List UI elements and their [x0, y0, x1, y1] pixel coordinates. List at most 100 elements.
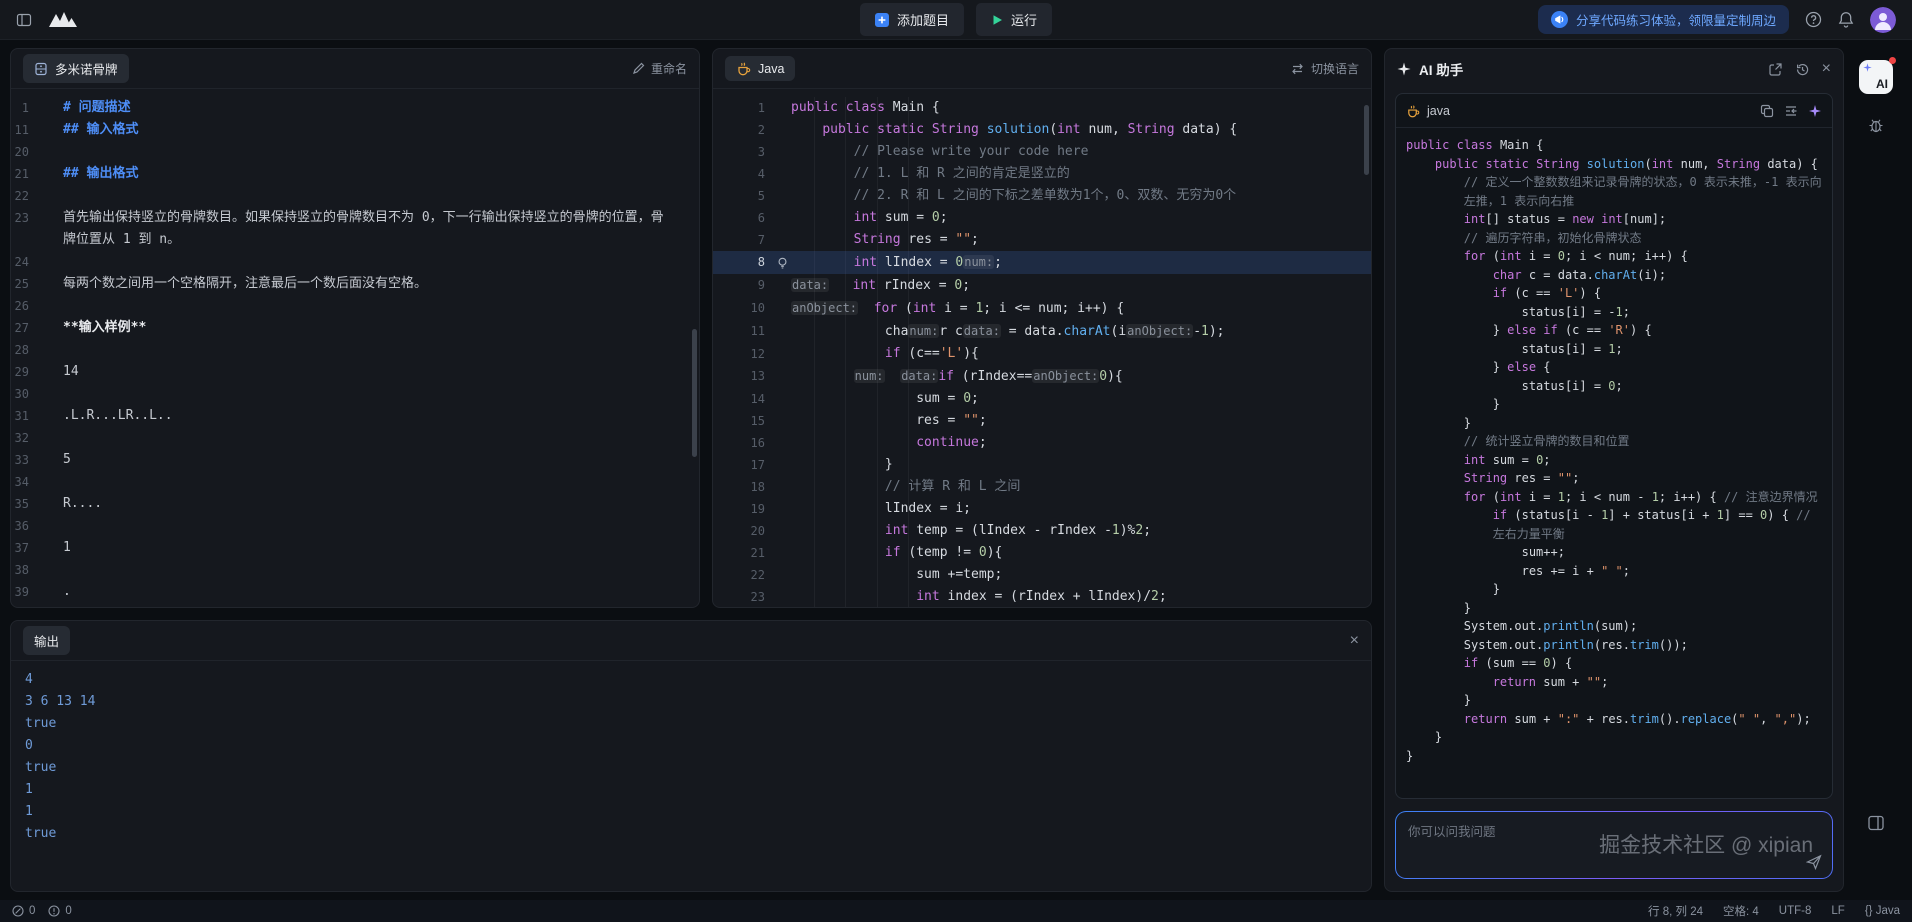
problem-line[interactable]: 1# 问题描述 [11, 97, 695, 119]
problem-line[interactable]: 11## 输入格式 [11, 119, 695, 141]
problem-line[interactable]: 27**输入样例** [11, 317, 695, 339]
problem-line[interactable]: 335 [11, 449, 695, 471]
editor-line[interactable]: 18 // 计算 R 和 L 之间 [713, 476, 1371, 498]
editor-line[interactable]: 4 // 1. L 和 R 之间的肯定是竖立的 [713, 163, 1371, 185]
editor-line[interactable]: 19 lIndex = i; [713, 498, 1371, 520]
editor-line[interactable]: 23 int index = (rIndex + lIndex)/2; [713, 586, 1371, 607]
code-text: if (c=='L'){ [791, 343, 979, 365]
promo-banner[interactable]: 分享代码练习体验，领限量定制周边 [1538, 5, 1789, 34]
line-number: 39 [11, 581, 63, 603]
editor-line[interactable]: 12 if (c=='L'){ [713, 343, 1371, 365]
add-problem-button[interactable]: 添加题目 [860, 3, 964, 36]
language-tab[interactable]: Java [725, 56, 795, 81]
problem-line[interactable]: 21## 输出格式 [11, 163, 695, 185]
ai-chat-input[interactable] [1408, 821, 1787, 869]
problem-line[interactable]: 38 [11, 559, 695, 581]
close-icon[interactable]: × [1350, 633, 1359, 649]
ai-code-line: } [1406, 395, 1822, 414]
problem-text: .L.R...LR..L.. [63, 405, 695, 427]
rename-button[interactable]: 重命名 [632, 60, 687, 77]
topbar: 添加题目 运行 分享代码练习体验，领限量定制周边 [0, 0, 1912, 40]
editor-scrollbar[interactable] [1364, 105, 1369, 175]
problem-text [63, 603, 695, 607]
bug-icon[interactable] [1867, 116, 1885, 134]
editor-line[interactable]: 1public class Main { [713, 97, 1371, 119]
problem-content[interactable]: 1# 问题描述11## 输入格式2021## 输出格式2223首先输出保持竖立的… [11, 89, 699, 607]
code-editor[interactable]: 1public class Main {2 public static Stri… [713, 89, 1371, 607]
run-button[interactable]: 运行 [976, 3, 1052, 36]
problem-line[interactable]: 28 [11, 339, 695, 361]
problem-line[interactable]: 26 [11, 295, 695, 317]
output-line: true [25, 757, 1357, 779]
problem-line[interactable]: 24 [11, 251, 695, 273]
editor-line[interactable]: 21 if (temp != 0){ [713, 542, 1371, 564]
line-number: 23 [713, 586, 773, 607]
promo-banner-label: 分享代码练习体验，领限量定制周边 [1576, 10, 1776, 29]
history-icon[interactable] [1795, 62, 1810, 77]
problem-line[interactable]: 40 [11, 603, 695, 607]
encoding[interactable]: UTF-8 [1779, 905, 1812, 917]
export-icon[interactable] [1768, 62, 1783, 77]
docs-panel-icon[interactable] [1867, 814, 1885, 832]
editor-line[interactable]: 14 sum = 0; [713, 388, 1371, 410]
ai-panel: AI 助手 × java public class Main {public s… [1384, 48, 1844, 892]
problem-line[interactable]: 35R.... [11, 493, 695, 515]
sidebar-toggle-icon[interactable] [16, 12, 32, 28]
output-tab[interactable]: 输出 [23, 626, 70, 655]
avatar[interactable] [1870, 7, 1896, 33]
problem-panel-header: 多米诺骨牌 重命名 [11, 49, 699, 89]
problem-line[interactable]: 36 [11, 515, 695, 537]
editor-line[interactable]: 20 int temp = (lIndex - rIndex -1)%2; [713, 520, 1371, 542]
help-icon[interactable] [1805, 11, 1822, 28]
problem-text: R.... [63, 493, 695, 515]
editor-line[interactable]: 11 chanum:r cdata: = data.charAt(ianObje… [713, 320, 1371, 343]
editor-line[interactable]: 6 int sum = 0; [713, 207, 1371, 229]
line-number: 14 [713, 388, 773, 410]
problem-line[interactable]: 31.L.R...LR..L.. [11, 405, 695, 427]
problem-line[interactable]: 25每两个数之间用一个空格隔开，注意最后一个数后面没有空格。 [11, 273, 695, 295]
indent-setting[interactable]: 空格: 4 [1723, 903, 1759, 919]
problem-line[interactable]: 22 [11, 185, 695, 207]
problem-line[interactable]: 23首先输出保持竖立的骨牌数目。如果保持竖立的骨牌数目不为 0，下一行输出保持竖… [11, 207, 695, 251]
problem-line[interactable]: 371 [11, 537, 695, 559]
editor-line[interactable]: 2 public static String solution(int num,… [713, 119, 1371, 141]
editor-line[interactable]: 22 sum +=temp; [713, 564, 1371, 586]
ai-code-line: System.out.println(sum); [1406, 617, 1822, 636]
editor-line[interactable]: 16 continue; [713, 432, 1371, 454]
cursor-position[interactable]: 行 8, 列 24 [1648, 903, 1703, 919]
editor-line[interactable]: 3 // Please write your code here [713, 141, 1371, 163]
editor-line[interactable]: 10anObject: for (int i = 1; i <= num; i+… [713, 297, 1371, 320]
editor-line[interactable]: 15 res = ""; [713, 410, 1371, 432]
gutter-spacer [773, 388, 791, 410]
magic-wand-icon[interactable] [1808, 104, 1822, 118]
bell-icon[interactable] [1838, 11, 1854, 28]
lightbulb-icon[interactable] [773, 251, 791, 274]
editor-line[interactable]: 17 } [713, 454, 1371, 476]
editor-line[interactable]: 9data: int rIndex = 0; [713, 274, 1371, 297]
code-text: num: data:if (rIndex==anObject:0){ [791, 365, 1123, 388]
ai-close-icon[interactable]: × [1822, 61, 1831, 77]
output-line: true [25, 713, 1357, 735]
warnings-icon[interactable] [48, 905, 60, 917]
copy-icon[interactable] [1760, 104, 1774, 118]
editor-line[interactable]: 8 int lIndex = 0num:; [713, 251, 1371, 274]
problem-line[interactable]: 39. [11, 581, 695, 603]
switch-language-button[interactable]: 切换语言 [1290, 60, 1359, 77]
problem-line[interactable]: 32 [11, 427, 695, 449]
insert-code-icon[interactable] [1784, 104, 1798, 118]
problem-line[interactable]: 2914 [11, 361, 695, 383]
send-icon[interactable] [1806, 854, 1822, 870]
ai-assistant-fab[interactable]: AI [1859, 60, 1893, 94]
problem-line[interactable]: 30 [11, 383, 695, 405]
problem-scrollbar[interactable] [692, 329, 697, 457]
problem-tab[interactable]: 多米诺骨牌 [23, 54, 129, 83]
eol-setting[interactable]: LF [1831, 905, 1844, 917]
problem-line[interactable]: 20 [11, 141, 695, 163]
errors-icon[interactable] [12, 905, 24, 917]
editor-line[interactable]: 5 // 2. R 和 L 之间的下标之差单数为1个，0、双数、无穷为0个 [713, 185, 1371, 207]
line-number: 24 [11, 251, 63, 273]
editor-line[interactable]: 7 String res = ""; [713, 229, 1371, 251]
problem-line[interactable]: 34 [11, 471, 695, 493]
editor-line[interactable]: 13 num: data:if (rIndex==anObject:0){ [713, 365, 1371, 388]
language-mode[interactable]: {} Java [1865, 905, 1900, 917]
